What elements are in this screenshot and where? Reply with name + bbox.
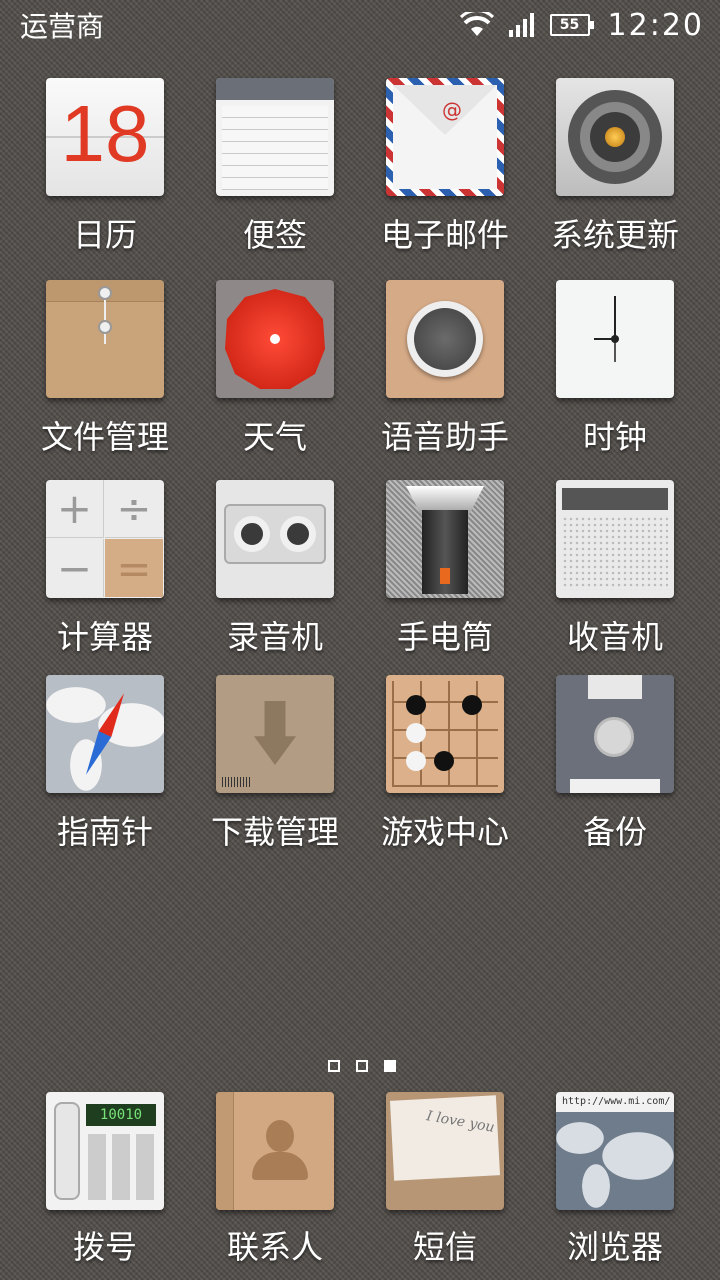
app-label: 指南针: [56, 813, 153, 851]
app-label: 文件管理: [40, 418, 169, 456]
app-backup[interactable]: 备份: [530, 667, 700, 867]
dialer-icon[interactable]: 10010: [46, 1092, 164, 1210]
app-recorder[interactable]: 录音机: [190, 472, 360, 667]
app-label: 电子邮件: [380, 216, 509, 254]
app-email[interactable]: @ 电子邮件: [360, 70, 530, 272]
app-label: 短信: [412, 1228, 477, 1266]
download-manager-icon[interactable]: [216, 675, 334, 793]
dock-messages[interactable]: I love you 短信: [360, 1090, 530, 1268]
backup-icon[interactable]: [556, 675, 674, 793]
app-label: 计算器: [56, 618, 153, 656]
app-download-manager[interactable]: 下载管理: [190, 667, 360, 867]
flashlight-icon[interactable]: [386, 480, 504, 598]
radio-icon[interactable]: [556, 480, 674, 598]
status-bar: 运营商 55 12:20: [0, 0, 720, 50]
contacts-icon[interactable]: [216, 1092, 334, 1210]
dock-contacts[interactable]: 联系人: [190, 1090, 360, 1268]
status-clock: 12:20: [607, 7, 704, 43]
app-file-manager[interactable]: 文件管理: [20, 272, 190, 472]
calendar-icon[interactable]: 18: [46, 78, 164, 196]
signal-icon: [508, 13, 534, 37]
app-label: 收音机: [566, 618, 663, 656]
browser-icon[interactable]: http://www.mi.com/: [556, 1092, 674, 1210]
wifi-icon: [459, 12, 494, 36]
app-weather[interactable]: 天气: [190, 272, 360, 472]
recorder-icon[interactable]: [216, 480, 334, 598]
page-indicator[interactable]: [0, 1060, 720, 1072]
calendar-date: 18: [60, 89, 150, 178]
app-label: 录音机: [226, 618, 323, 656]
app-label: 语音助手: [380, 418, 509, 456]
dialer-display: 10010: [86, 1104, 156, 1126]
mail-icon[interactable]: @: [386, 78, 504, 196]
notes-icon[interactable]: [216, 78, 334, 196]
compass-icon[interactable]: [46, 675, 164, 793]
app-label: 系统更新: [550, 216, 679, 254]
page-dot-3-active[interactable]: [384, 1060, 396, 1072]
app-label: 天气: [242, 418, 307, 456]
page-dot-1[interactable]: [328, 1060, 340, 1072]
browser-url: http://www.mi.com/: [556, 1092, 674, 1112]
carrier-name: 运营商: [20, 10, 105, 43]
app-label: 联系人: [226, 1228, 323, 1266]
app-label: 日历: [72, 216, 137, 254]
status-icons: 55 12:20: [459, 7, 704, 43]
clock-icon[interactable]: [556, 280, 674, 398]
app-label: 下载管理: [210, 813, 339, 851]
app-calculator[interactable]: + ÷ − = 计算器: [20, 472, 190, 667]
app-label: 手电筒: [396, 618, 493, 656]
app-label: 游戏中心: [380, 813, 509, 851]
app-clock[interactable]: 时钟: [530, 272, 700, 472]
app-flashlight[interactable]: 手电筒: [360, 472, 530, 667]
messages-icon[interactable]: I love you: [386, 1092, 504, 1210]
app-compass[interactable]: 指南针: [20, 667, 190, 867]
app-label: 拨号: [72, 1228, 137, 1266]
weather-icon[interactable]: [216, 280, 334, 398]
battery-icon: 55: [549, 14, 594, 36]
dock: 10010 拨号 联系人 I love you 短信 http://www.mi…: [0, 1090, 720, 1268]
battery-level: 55: [559, 17, 580, 33]
app-radio[interactable]: 收音机: [530, 472, 700, 667]
app-voice-assistant[interactable]: 语音助手: [360, 272, 530, 472]
calculator-icon[interactable]: + ÷ − =: [46, 480, 164, 598]
page-dot-2[interactable]: [356, 1060, 368, 1072]
app-system-update[interactable]: 系统更新: [530, 70, 700, 272]
dock-dialer[interactable]: 10010 拨号: [20, 1090, 190, 1268]
dock-browser[interactable]: http://www.mi.com/ 浏览器: [530, 1090, 700, 1268]
app-calendar[interactable]: 18 日历: [20, 70, 190, 272]
voice-assistant-icon[interactable]: [386, 280, 504, 398]
app-label: 时钟: [582, 418, 647, 456]
app-game-center[interactable]: 游戏中心: [360, 667, 530, 867]
system-update-icon[interactable]: [556, 78, 674, 196]
app-label: 浏览器: [566, 1228, 663, 1266]
file-manager-icon[interactable]: [46, 280, 164, 398]
app-label: 备份: [582, 813, 647, 851]
app-grid: 18 日历 便签 @ 电子邮件 系统更新 文件管理 天气 语音助手 时钟 + ÷ −…: [0, 70, 720, 867]
game-center-icon[interactable]: [386, 675, 504, 793]
app-notes[interactable]: 便签: [190, 70, 360, 272]
app-label: 便签: [242, 216, 307, 254]
